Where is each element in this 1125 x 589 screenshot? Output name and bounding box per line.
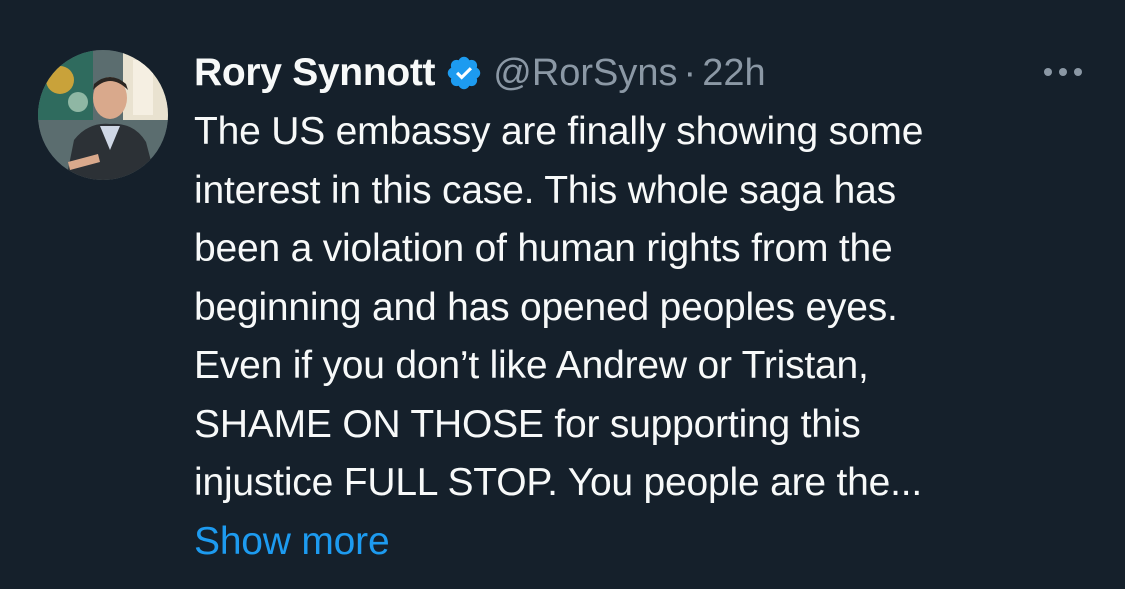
tweet-text-line: beginning and has opened peoples eyes. [194,285,898,329]
avatar[interactable] [38,50,168,180]
avatar-image [38,50,168,180]
tweet-text-line: injustice FULL STOP. You people are the.… [194,461,923,504]
more-options-icon[interactable] [1040,60,1086,84]
tweet-text-line: The US embassy are finally showing some [194,110,924,153]
tweet-text-line: Even if you don’t like Andrew or Tristan… [194,344,869,387]
tweet-body: The US embassy are finally showing some … [194,103,1094,571]
tweet-text-line: been a violation of human rights from th… [194,227,893,270]
tweet: Rory Synnott @RorSyns · 22h The US embas… [0,0,1125,589]
show-more-link[interactable]: Show more [194,513,1094,572]
tweet-text-line: interest in this case. This whole saga h… [194,168,896,212]
author-name[interactable]: Rory Synnott [194,51,436,95]
verified-badge-icon[interactable] [445,54,483,92]
author-handle[interactable]: @RorSyns [493,52,677,95]
separator-dot: · [683,51,697,94]
tweet-text-line: SHAME ON THOSE for supporting this [194,402,861,446]
tweet-header: Rory Synnott @RorSyns · 22h [194,45,766,101]
tweet-timestamp[interactable]: 22h [702,52,765,95]
